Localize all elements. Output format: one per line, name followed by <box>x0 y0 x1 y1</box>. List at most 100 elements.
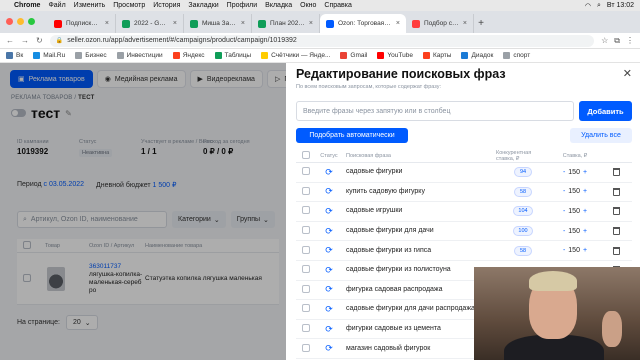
increment-button[interactable]: + <box>583 188 587 195</box>
rate-stepper[interactable]: -150 + <box>550 169 600 176</box>
row-checkbox[interactable] <box>302 206 310 215</box>
row-checkbox[interactable] <box>302 167 310 176</box>
select-all-checkbox[interactable] <box>302 150 310 159</box>
bookmark-sport[interactable]: спорт <box>503 52 530 59</box>
bookmark-mailru[interactable]: Mail.Ru <box>33 52 65 59</box>
rate-value[interactable]: 150 <box>568 228 580 235</box>
table-row[interactable]: ⟳ купить садовую фигурку 58 -150 + <box>296 183 632 203</box>
tab-sheets-plan[interactable]: План 2021 - Google Та... × <box>252 14 320 33</box>
bid-cell: 58 <box>496 245 550 256</box>
auto-select-button[interactable]: Подобрать автоматически <box>296 128 408 143</box>
back-icon[interactable]: ← <box>6 36 14 45</box>
menu-view[interactable]: Просмотр <box>113 2 145 9</box>
rate-value[interactable]: 150 <box>568 208 580 215</box>
increment-button[interactable]: + <box>583 228 587 235</box>
row-checkbox[interactable] <box>302 324 310 333</box>
rate-value[interactable]: 150 <box>568 188 580 195</box>
decrement-button[interactable]: - <box>563 208 565 215</box>
delete-all-button[interactable]: Удалить все <box>570 128 632 143</box>
row-checkbox[interactable] <box>302 284 310 293</box>
trash-icon[interactable] <box>612 246 620 255</box>
trash-icon[interactable] <box>612 227 620 236</box>
menu-edit[interactable]: Изменить <box>74 2 106 9</box>
bookmark-gmail[interactable]: Gmail <box>340 52 367 59</box>
close-tab-icon[interactable]: × <box>463 20 467 27</box>
menu-tab[interactable]: Вкладка <box>265 2 292 9</box>
tab-youtube[interactable]: Подписки - YouTube × <box>48 14 116 33</box>
row-checkbox[interactable] <box>302 245 310 254</box>
menu-app-chrome[interactable]: Chrome <box>14 2 40 9</box>
menu-file[interactable]: Файл <box>48 2 65 9</box>
rate-stepper[interactable]: -150 + <box>550 208 600 215</box>
row-checkbox[interactable] <box>302 265 310 274</box>
rate-stepper[interactable]: -150 + <box>550 247 600 254</box>
modal-backdrop[interactable] <box>0 63 286 360</box>
tab-wordstat[interactable]: Подбор слов × <box>406 14 474 33</box>
extensions-icon[interactable]: ⧉ <box>614 36 620 46</box>
add-button[interactable]: Добавить <box>579 101 632 121</box>
col-rate[interactable]: Ставка, ₽ <box>550 153 600 159</box>
trash-icon[interactable] <box>612 207 620 216</box>
row-checkbox[interactable] <box>302 226 310 235</box>
menubar-clock[interactable]: Вт 13:02 <box>607 2 634 9</box>
bookmark-investments[interactable]: Инвестиции <box>116 52 163 59</box>
decrement-button[interactable]: - <box>563 228 565 235</box>
bookmark-vk[interactable]: Вк <box>6 52 23 59</box>
tab-sheets-orders[interactable]: Миша Заказы - Google × <box>184 14 252 33</box>
tab-ozon[interactable]: Ozon: Торговая площад... × <box>320 14 406 33</box>
new-tab-button[interactable]: + <box>474 14 488 33</box>
close-window-button[interactable] <box>6 18 13 25</box>
row-checkbox[interactable] <box>302 304 310 313</box>
row-checkbox[interactable] <box>302 186 310 195</box>
bookmark-business[interactable]: Бизнес <box>75 52 107 59</box>
col-competitive-bid[interactable]: Конкурентная ставка, ₽ <box>496 150 550 162</box>
bookmark-maps[interactable]: Карты <box>422 52 451 59</box>
trash-icon[interactable] <box>612 168 620 177</box>
table-row[interactable]: ⟳ садовые фигурки 94 -150 + <box>296 163 632 183</box>
rate-stepper[interactable]: -150 + <box>550 188 600 195</box>
table-row[interactable]: ⟳ садовые фигурки из гипса 58 -150 + <box>296 241 632 261</box>
tab-sheets-2022[interactable]: 2022 - Google Таблицы × <box>116 14 184 33</box>
trash-icon[interactable] <box>612 187 620 196</box>
bookmark-sheets[interactable]: Таблицы <box>214 52 251 59</box>
table-row[interactable]: ⟳ садовые игрушки 104 -150 + <box>296 202 632 222</box>
table-row[interactable]: ⟳ садовые фигурки для дачи 100 -150 + <box>296 222 632 242</box>
forward-icon[interactable]: → <box>21 36 29 45</box>
close-tab-icon[interactable]: × <box>241 20 245 27</box>
row-checkbox[interactable] <box>302 343 310 352</box>
menu-history[interactable]: История <box>153 2 180 9</box>
wifi-icon[interactable]: ◠ <box>585 2 591 10</box>
search-icon[interactable]: ⌕ <box>597 2 601 10</box>
close-tab-icon[interactable]: × <box>396 20 400 27</box>
menu-dots-icon[interactable]: ⋮ <box>626 36 634 46</box>
competitive-bid-badge: 58 <box>514 245 532 256</box>
rate-stepper[interactable]: -150 + <box>550 228 600 235</box>
star-icon[interactable]: ☆ <box>601 36 608 46</box>
increment-button[interactable]: + <box>583 247 587 254</box>
menu-window[interactable]: Окно <box>300 2 316 9</box>
bookmark-diadoc[interactable]: Диадок <box>461 52 493 59</box>
rate-value[interactable]: 150 <box>568 169 580 176</box>
minimize-window-button[interactable] <box>17 18 24 25</box>
decrement-button[interactable]: - <box>563 247 565 254</box>
bookmark-metrika[interactable]: Счётчики — Янде... <box>261 52 330 59</box>
close-tab-icon[interactable]: × <box>173 20 177 27</box>
menu-profiles[interactable]: Профили <box>227 2 257 9</box>
url-field[interactable]: 🔒 seller.ozon.ru/app/advertisement/#/cam… <box>49 34 595 47</box>
lock-icon[interactable]: 🔒 <box>56 37 63 44</box>
increment-button[interactable]: + <box>583 208 587 215</box>
maximize-window-button[interactable] <box>28 18 35 25</box>
decrement-button[interactable]: - <box>563 169 565 176</box>
close-icon[interactable]: ✕ <box>623 67 632 80</box>
menu-bookmarks[interactable]: Закладки <box>188 2 218 9</box>
reload-icon[interactable]: ↻ <box>36 36 43 45</box>
phrases-input[interactable]: Введите фразы через запятую или в столбе… <box>296 101 574 121</box>
menu-help[interactable]: Справка <box>324 2 351 9</box>
bookmark-yandex[interactable]: Яндекс <box>172 52 205 59</box>
increment-button[interactable]: + <box>583 169 587 176</box>
close-tab-icon[interactable]: × <box>309 20 313 27</box>
bookmark-youtube[interactable]: YouTube <box>377 52 413 59</box>
rate-value[interactable]: 150 <box>568 247 580 254</box>
close-tab-icon[interactable]: × <box>105 20 109 27</box>
decrement-button[interactable]: - <box>563 188 565 195</box>
